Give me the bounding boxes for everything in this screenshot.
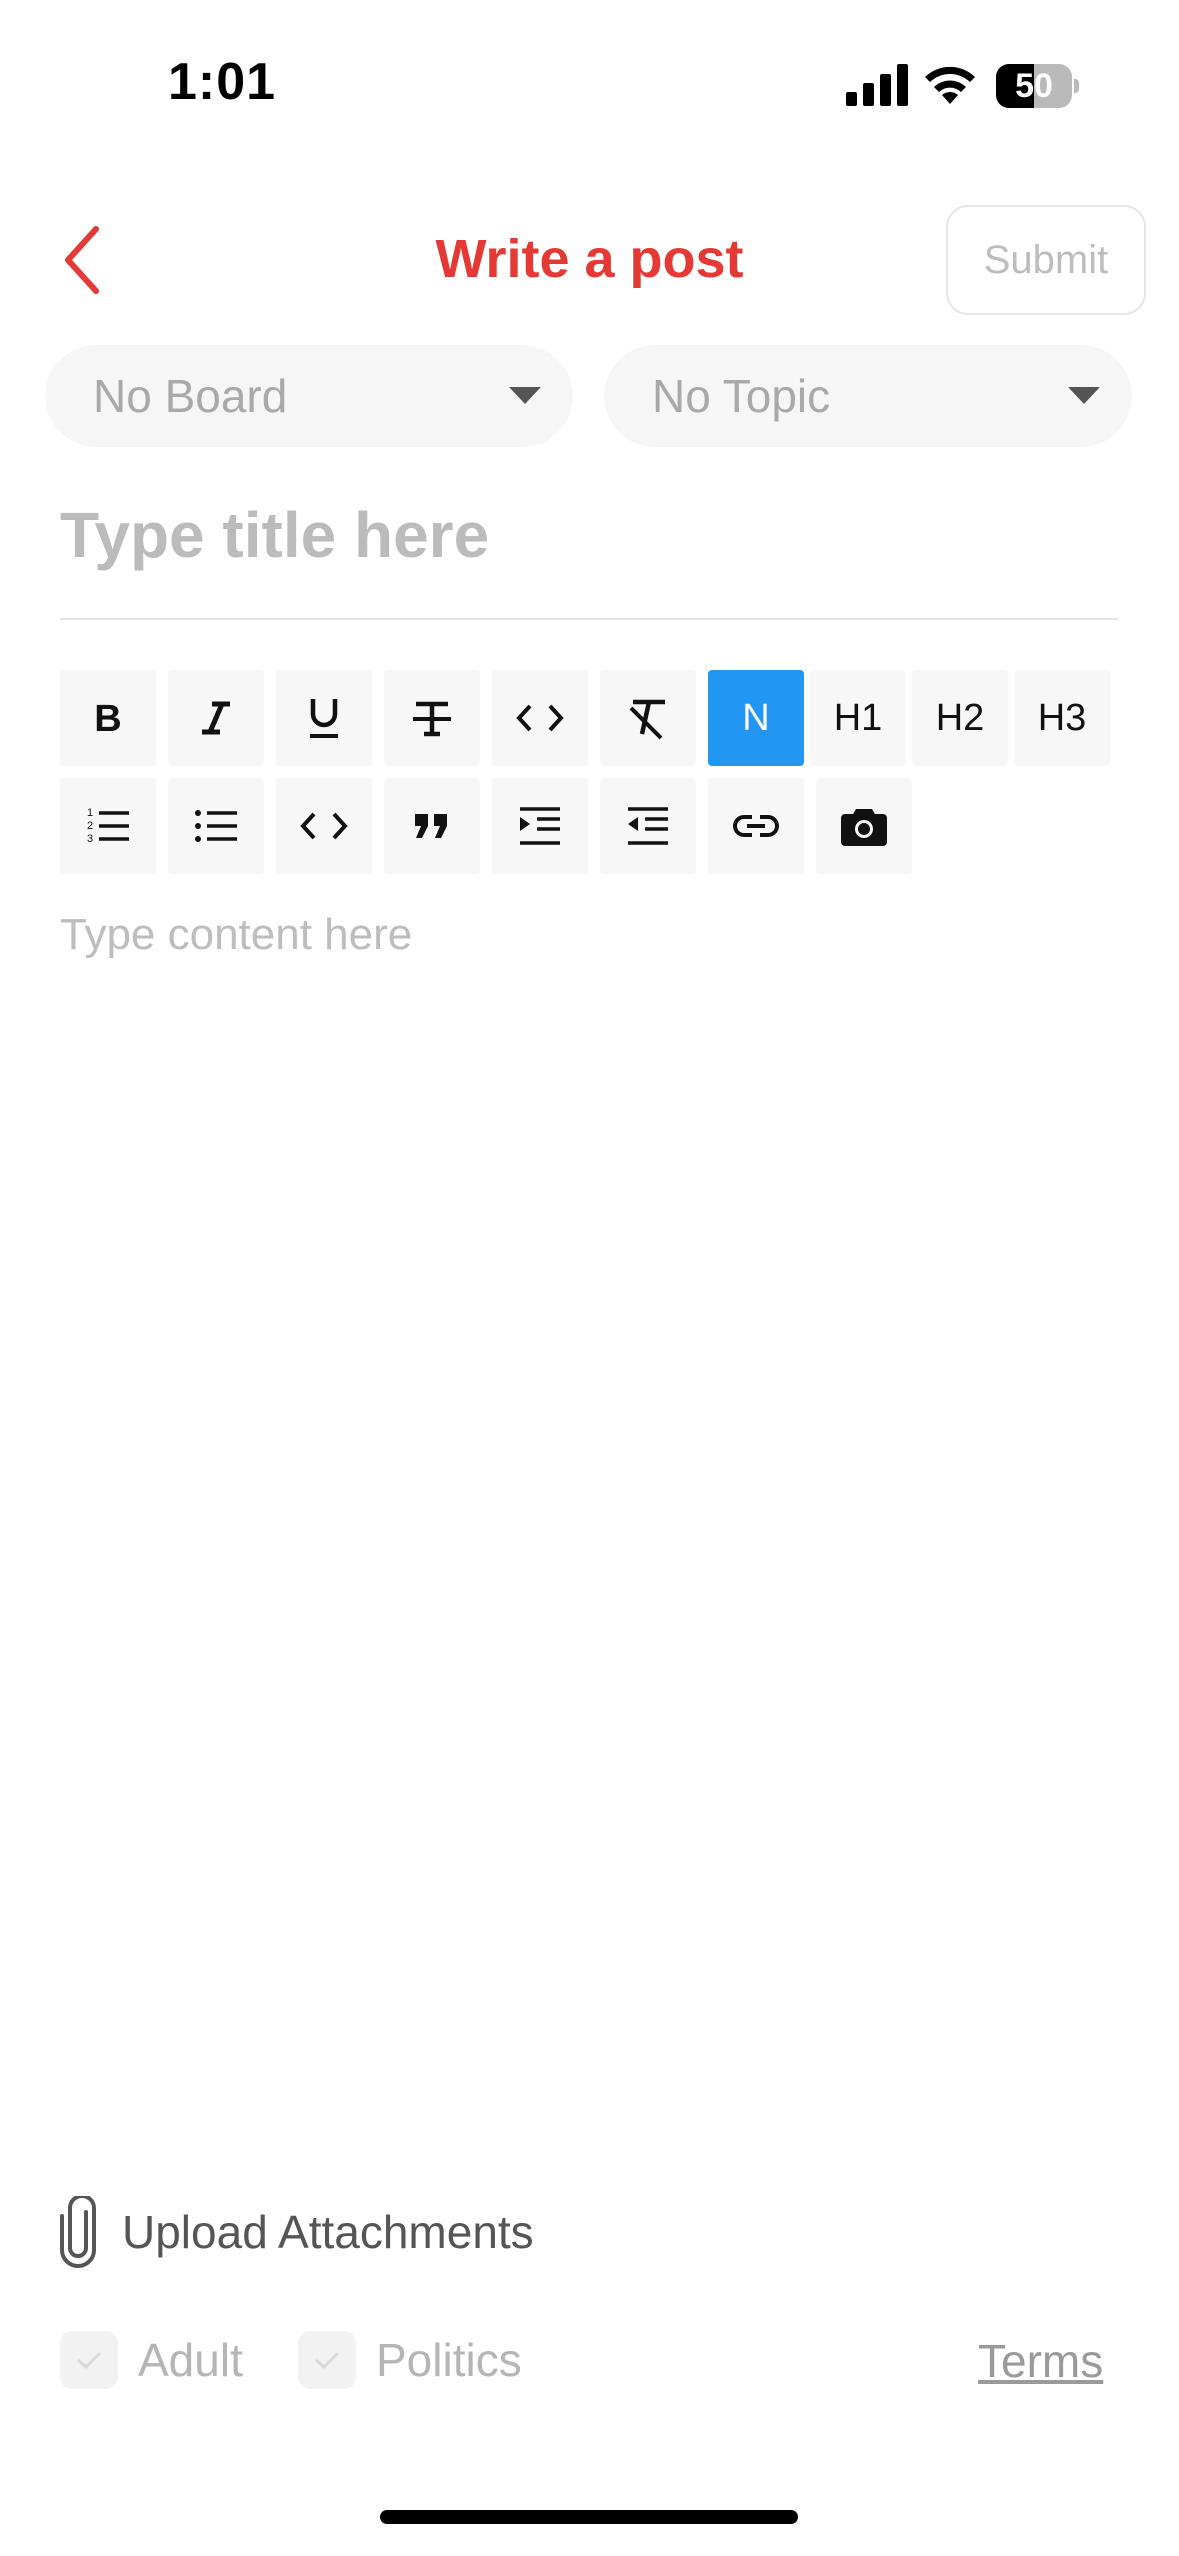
- content-input[interactable]: [60, 910, 1118, 2110]
- divider: [60, 618, 1118, 620]
- insert-image-button[interactable]: [816, 778, 912, 874]
- bold-button[interactable]: B: [60, 670, 156, 766]
- status-time: 1:01: [168, 53, 277, 111]
- normal-text-button[interactable]: N: [708, 670, 804, 766]
- underline-icon: [310, 699, 338, 738]
- board-select-value: No Board: [93, 370, 288, 422]
- bold-icon: B: [94, 698, 121, 738]
- upload-attachments-button[interactable]: Upload Attachments: [56, 2192, 534, 2272]
- outdent-icon: [628, 807, 668, 845]
- home-indicator[interactable]: [380, 2510, 798, 2524]
- board-select[interactable]: No Board: [45, 345, 573, 447]
- quote-icon: [415, 814, 447, 838]
- normal-text-label: N: [742, 696, 770, 739]
- clear-format-icon: [629, 699, 665, 740]
- camera-icon: [841, 809, 887, 846]
- terms-link[interactable]: Terms: [978, 2334, 1103, 2388]
- paperclip-icon: [60, 2196, 96, 2268]
- politics-label: Politics: [376, 2334, 522, 2386]
- adult-checkbox[interactable]: Adult: [60, 2328, 243, 2392]
- chevron-left-icon: [65, 226, 99, 294]
- heading-1-button[interactable]: H1: [810, 670, 906, 766]
- caret-down-icon: [1068, 387, 1100, 404]
- status-bar: 1:01 50: [0, 0, 1179, 150]
- checkmark-icon: [315, 2351, 340, 2370]
- battery-level: 50: [1015, 67, 1053, 105]
- underline-button[interactable]: [276, 670, 372, 766]
- ordered-list-icon: 1 2 3: [87, 807, 129, 845]
- link-icon: [733, 815, 779, 837]
- checkmark-icon: [77, 2351, 102, 2370]
- ordered-list-button[interactable]: 1 2 3: [60, 778, 156, 874]
- bullet-list-button[interactable]: [168, 778, 264, 874]
- clear-format-button[interactable]: [600, 670, 696, 766]
- indent-button[interactable]: [492, 778, 588, 874]
- battery-icon: 50: [996, 64, 1080, 108]
- heading-2-button[interactable]: H2: [912, 670, 1008, 766]
- title-input[interactable]: [60, 490, 1118, 580]
- submit-button[interactable]: Submit: [946, 205, 1146, 315]
- outdent-button[interactable]: [600, 778, 696, 874]
- checkbox-box: [60, 2331, 118, 2389]
- svg-text:1: 1: [87, 807, 93, 819]
- strikethrough-icon: [413, 701, 451, 737]
- indent-icon: [520, 807, 560, 845]
- back-button[interactable]: [52, 218, 112, 302]
- inline-code-button[interactable]: [492, 670, 588, 766]
- code-icon: [300, 812, 348, 840]
- strikethrough-button[interactable]: [384, 670, 480, 766]
- heading-3-label: H3: [1037, 696, 1087, 739]
- italic-icon: [202, 701, 230, 735]
- svg-text:3: 3: [87, 833, 93, 845]
- italic-button[interactable]: [168, 670, 264, 766]
- code-block-button[interactable]: [276, 778, 372, 874]
- heading-2-label: H2: [935, 696, 985, 739]
- topic-select[interactable]: No Topic: [604, 345, 1132, 447]
- bullet-list-icon: [195, 810, 237, 842]
- topic-select-value: No Topic: [652, 370, 831, 422]
- caret-down-icon: [509, 387, 541, 404]
- cellular-signal-icon: [846, 64, 908, 106]
- blockquote-button[interactable]: [384, 778, 480, 874]
- svg-text:B: B: [94, 698, 121, 738]
- heading-1-label: H1: [833, 696, 883, 739]
- politics-checkbox[interactable]: Politics: [298, 2328, 522, 2392]
- upload-attachments-label: Upload Attachments: [122, 2206, 534, 2258]
- wifi-icon: [925, 66, 975, 104]
- checkbox-box: [298, 2331, 356, 2389]
- link-button[interactable]: [708, 778, 804, 874]
- svg-text:2: 2: [87, 820, 93, 832]
- adult-label: Adult: [138, 2334, 243, 2386]
- heading-3-button[interactable]: H3: [1014, 670, 1110, 766]
- code-icon: [516, 704, 564, 732]
